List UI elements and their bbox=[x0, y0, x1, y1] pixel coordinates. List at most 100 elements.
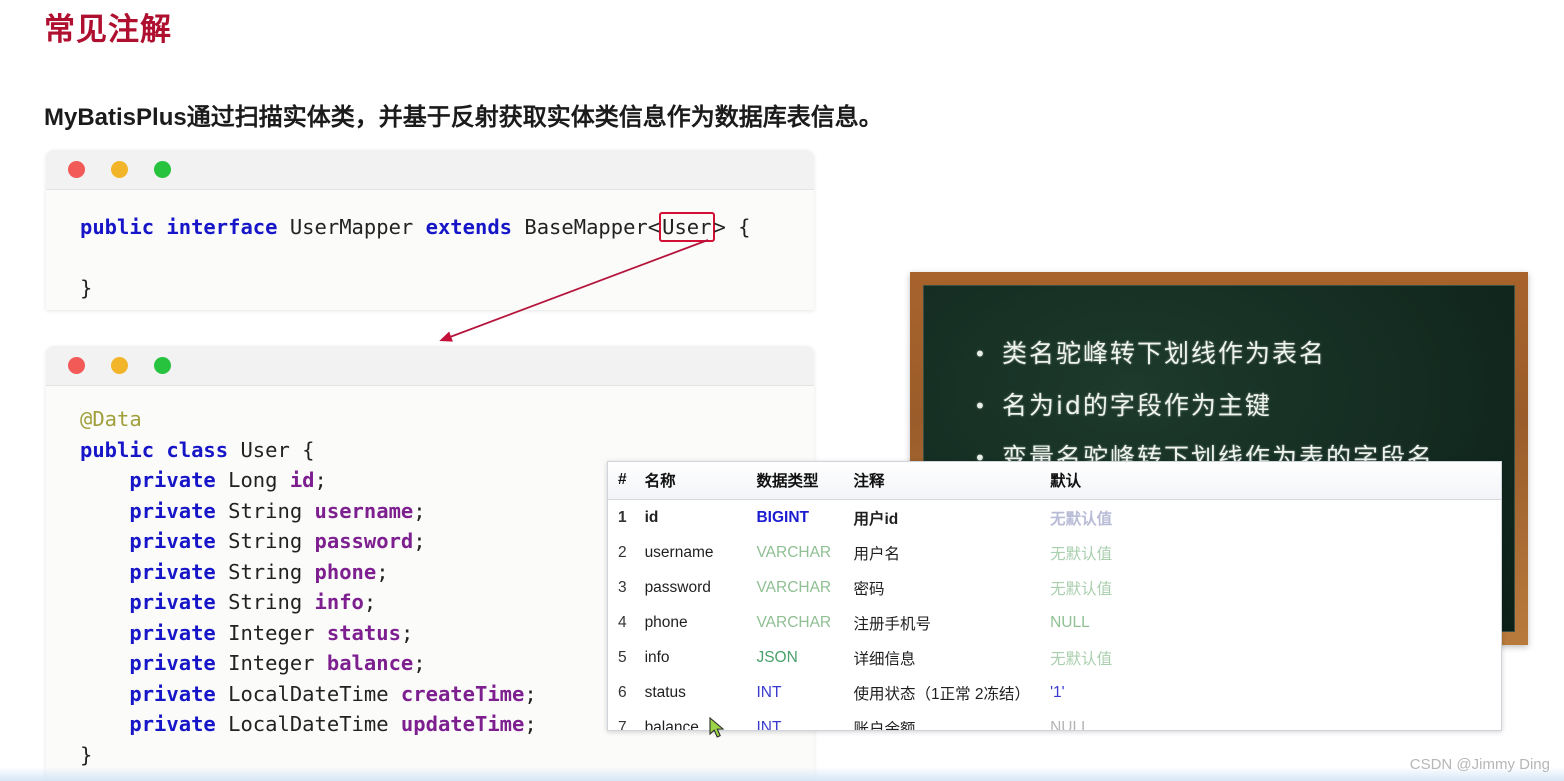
cell-index-text: 4 bbox=[618, 613, 627, 631]
cell-default: 无默认值 bbox=[1044, 640, 1501, 675]
page-title: 常见注解 bbox=[44, 12, 172, 47]
user-entity-code-line: } bbox=[46, 740, 814, 771]
cell-comment-text: 用户id bbox=[853, 510, 899, 528]
code-token: ; bbox=[363, 590, 377, 614]
code-token: id bbox=[289, 468, 315, 492]
cell-datatype-text: INT bbox=[756, 683, 782, 701]
cell-column-name: username bbox=[639, 535, 751, 570]
cell-index-text: 2 bbox=[618, 543, 627, 561]
cell-column-name: info bbox=[639, 640, 751, 675]
table-row[interactable]: 1 id BIGINT 用户id 无默认值 bbox=[608, 500, 1501, 536]
cell-index-text: 6 bbox=[618, 683, 627, 701]
code-token: private bbox=[129, 559, 216, 584]
code-token: public bbox=[80, 437, 155, 462]
minimize-icon[interactable] bbox=[111, 161, 128, 178]
code-window-usermapper[interactable]: public interface UserMapper extends Base… bbox=[46, 150, 814, 310]
code-token: info bbox=[314, 590, 364, 614]
table-row[interactable]: 7 balance INT 账户余额 NULL bbox=[608, 710, 1501, 731]
code-token: LocalDateTime bbox=[215, 712, 401, 736]
code-token: ; bbox=[376, 559, 389, 584]
code-token: createTime bbox=[400, 681, 525, 706]
code-token: private bbox=[129, 681, 216, 706]
cell-datatype: INT bbox=[750, 710, 847, 731]
code-token: private bbox=[129, 498, 216, 523]
code-token: ; bbox=[524, 712, 537, 736]
cell-default-text: 无默认值 bbox=[1050, 580, 1113, 598]
column-header-name[interactable]: 名称 bbox=[638, 462, 751, 500]
column-header-index[interactable]: # bbox=[608, 462, 639, 500]
cell-datatype-text: VARCHAR bbox=[756, 543, 832, 561]
cell-default-text: 无默认值 bbox=[1050, 650, 1113, 668]
cell-default: 无默认值 bbox=[1044, 500, 1501, 536]
code-token: password bbox=[314, 529, 414, 553]
cell-comment: 账户余额 bbox=[847, 710, 1044, 731]
code-token: > { bbox=[713, 215, 751, 239]
window-titlebar bbox=[46, 150, 814, 190]
cell-datatype-text: JSON bbox=[756, 648, 798, 666]
code-token: Integer bbox=[215, 620, 327, 645]
cell-comment: 注册手机号 bbox=[847, 605, 1044, 640]
code-token: private bbox=[129, 712, 216, 736]
table-row[interactable]: 3 password VARCHAR 密码 无默认值 bbox=[608, 570, 1501, 605]
blackboard-rule-item: • 名为id的字段作为主键 bbox=[974, 380, 1514, 432]
cell-default-text: 无默认值 bbox=[1050, 545, 1113, 563]
code-token: balance bbox=[326, 651, 414, 675]
bullet-icon: • bbox=[974, 342, 988, 366]
cell-comment-text: 密码 bbox=[853, 580, 885, 598]
maximize-icon[interactable] bbox=[154, 161, 171, 178]
database-table-panel[interactable]: # 名称 数据类型 注释 默认 1 id BIGINT 用户id 无默认值 2 userna… bbox=[607, 461, 1502, 731]
table-row[interactable]: 4 phone VARCHAR 注册手机号 NULL bbox=[608, 605, 1501, 640]
code-token: } bbox=[80, 742, 93, 767]
cell-datatype: JSON bbox=[750, 640, 847, 675]
intro-paragraph: MyBatisPlus通过扫描实体类，并基于反射获取实体类信息作为数据库表信息。 bbox=[44, 100, 883, 136]
code-token: String bbox=[215, 498, 315, 523]
cell-comment-text: 使用状态（1正常 2冻结） bbox=[853, 685, 1031, 703]
cell-default: 无默认值 bbox=[1044, 535, 1501, 570]
code-token: updateTime bbox=[400, 712, 525, 736]
user-entity-code-line: @Data bbox=[46, 404, 814, 435]
cell-default: NULL bbox=[1044, 710, 1501, 731]
column-header-comment[interactable]: 注释 bbox=[847, 462, 1045, 500]
table-row[interactable]: 2 username VARCHAR 用户名 无默认值 bbox=[608, 535, 1501, 570]
cell-datatype-text: VARCHAR bbox=[756, 578, 832, 596]
table-row[interactable]: 5 info JSON 详细信息 无默认值 bbox=[608, 640, 1501, 675]
code-token: } bbox=[80, 276, 93, 300]
code-token: ; bbox=[314, 468, 327, 492]
table-row[interactable]: 6 status INT 使用状态（1正常 2冻结） '1' bbox=[608, 675, 1501, 710]
cell-comment: 用户id bbox=[847, 500, 1044, 536]
cell-default-text: '1' bbox=[1050, 683, 1065, 701]
highlighted-generic-type: User bbox=[659, 212, 715, 242]
code-token: String bbox=[215, 559, 315, 584]
code-token: interface bbox=[166, 215, 278, 239]
bullet-icon: • bbox=[974, 394, 988, 418]
cell-datatype-text: INT bbox=[756, 718, 782, 731]
close-icon[interactable] bbox=[68, 161, 85, 178]
window-titlebar bbox=[46, 346, 814, 386]
cell-index: 2 bbox=[608, 535, 639, 570]
column-header-default[interactable]: 默认 bbox=[1044, 462, 1501, 500]
code-token: LocalDateTime bbox=[215, 681, 401, 706]
minimize-icon[interactable] bbox=[111, 357, 128, 374]
column-header-datatype[interactable]: 数据类型 bbox=[750, 462, 848, 500]
code-token: @Data bbox=[80, 407, 142, 431]
code-token: ; bbox=[524, 681, 537, 706]
blackboard-rule-text: 名为id的字段作为主键 bbox=[1002, 391, 1272, 420]
close-icon[interactable] bbox=[68, 357, 85, 374]
cell-default: '1' bbox=[1044, 675, 1501, 710]
code-token: class bbox=[166, 437, 229, 462]
cell-index-text: 1 bbox=[618, 508, 627, 526]
maximize-icon[interactable] bbox=[154, 357, 171, 374]
cell-default: 无默认值 bbox=[1044, 570, 1501, 605]
code-token: BaseMapper< bbox=[512, 215, 661, 239]
usermapper-code-line: public interface UserMapper extends Base… bbox=[46, 212, 814, 243]
blackboard-rule-text: 类名驼峰转下划线作为表名 bbox=[1002, 339, 1327, 368]
cell-index-text: 3 bbox=[618, 578, 627, 596]
cell-datatype: BIGINT bbox=[750, 500, 847, 536]
